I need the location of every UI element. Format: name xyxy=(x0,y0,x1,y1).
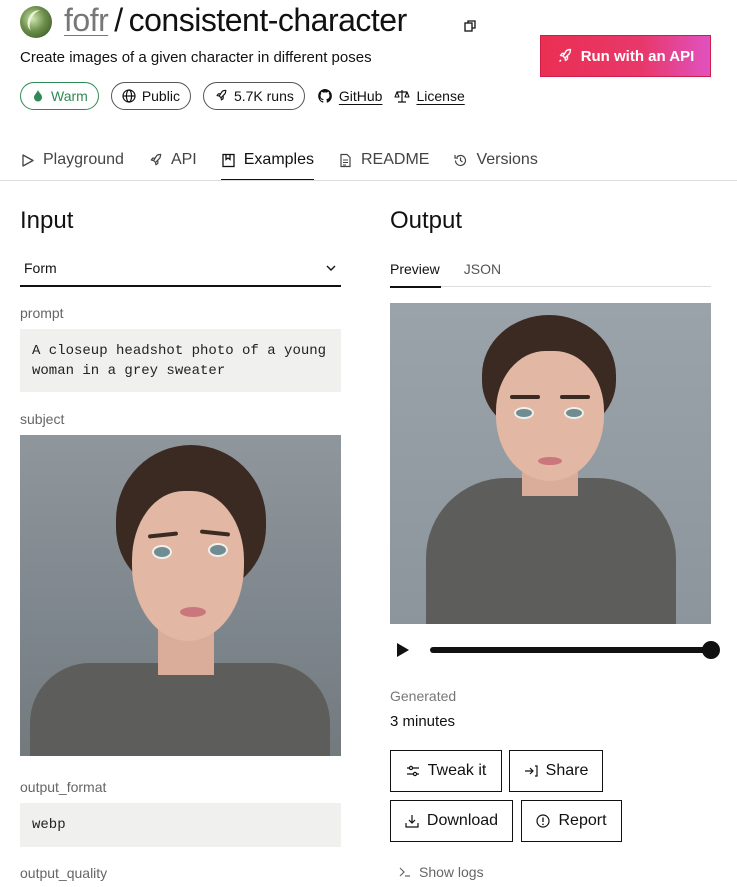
alert-icon xyxy=(536,814,551,828)
model-name: consistent-character xyxy=(128,2,408,38)
tab-label: API xyxy=(170,151,197,168)
tab-json[interactable]: JSON xyxy=(464,250,501,287)
tab-examples[interactable]: Examples xyxy=(220,140,315,181)
tab-label: Playground xyxy=(43,151,124,168)
input-mode-select[interactable]: Form xyxy=(20,250,341,287)
warm-label: Warm xyxy=(51,88,88,104)
media-player xyxy=(390,636,721,664)
runs-label: 5.7K runs xyxy=(233,88,294,104)
tab-preview[interactable]: Preview xyxy=(390,250,441,288)
tweak-label: Tweak it xyxy=(427,762,487,779)
document-icon xyxy=(340,153,351,167)
generated-label: Generated xyxy=(390,688,457,704)
license-link[interactable]: License xyxy=(394,88,465,104)
generated-value: 3 minutes xyxy=(390,713,456,730)
rocket-icon xyxy=(216,89,227,101)
download-icon xyxy=(405,815,419,828)
chevron-down-icon xyxy=(326,265,336,271)
scale-icon xyxy=(394,90,411,103)
output-format-field[interactable]: webp xyxy=(20,803,341,847)
tweak-button[interactable]: Tweak it xyxy=(390,750,502,792)
history-icon xyxy=(454,154,467,166)
copy-icon[interactable] xyxy=(464,20,476,32)
rocket-icon xyxy=(558,48,571,62)
owner-avatar[interactable] xyxy=(20,6,52,38)
model-title: fofr / consistent-character xyxy=(64,2,407,42)
globe-icon xyxy=(122,89,136,103)
show-logs-label: Show logs xyxy=(419,864,484,880)
owner-link[interactable]: fofr xyxy=(64,2,109,39)
flame-icon xyxy=(34,90,42,102)
public-label: Public xyxy=(141,88,180,104)
progress-track[interactable] xyxy=(430,647,712,653)
github-icon xyxy=(318,89,332,103)
report-label: Report xyxy=(558,812,607,829)
prompt-label: prompt xyxy=(20,305,64,321)
input-mode-value: Form xyxy=(24,259,57,276)
model-badges: Warm Public 5.7K runs GitHub License xyxy=(20,82,465,110)
tab-api[interactable]: API xyxy=(148,140,197,180)
rocket-icon xyxy=(150,153,162,165)
tab-playground[interactable]: Playground xyxy=(20,140,124,180)
tab-label: README xyxy=(361,151,430,168)
github-link[interactable]: GitHub xyxy=(317,88,383,104)
run-with-api-label: Run with an API xyxy=(580,47,695,65)
subject-image[interactable] xyxy=(20,435,341,756)
runs-badge: 5.7K runs xyxy=(202,82,305,110)
tab-label: Versions xyxy=(476,151,538,168)
output-format-label: output_format xyxy=(20,779,107,795)
share-label: Share xyxy=(545,762,589,779)
terminal-icon xyxy=(399,867,410,877)
model-tabs: Playground API Examples README Versions xyxy=(20,140,538,181)
play-icon xyxy=(22,153,34,167)
title-separator: / xyxy=(114,2,123,38)
show-logs-toggle[interactable]: Show logs xyxy=(399,864,484,880)
model-description: Create images of a given character in di… xyxy=(20,49,372,66)
warm-badge: Warm xyxy=(20,82,99,110)
public-badge: Public xyxy=(110,82,191,110)
output-quality-label: output_quality xyxy=(20,865,108,881)
download-button[interactable]: Download xyxy=(390,800,513,842)
share-icon xyxy=(524,765,538,777)
share-button[interactable]: Share xyxy=(509,750,603,792)
output-image[interactable] xyxy=(390,303,711,624)
subject-label: subject xyxy=(20,411,65,427)
github-label: GitHub xyxy=(338,88,383,104)
report-button[interactable]: Report xyxy=(521,800,622,842)
tab-readme[interactable]: README xyxy=(338,140,429,180)
output-tabs: Preview JSON xyxy=(390,250,711,288)
tabs-divider xyxy=(0,180,737,181)
output-heading: Output xyxy=(390,207,463,234)
bookmark-icon xyxy=(222,153,235,167)
input-heading: Input xyxy=(20,207,74,234)
tab-label: Examples xyxy=(243,151,314,168)
download-label: Download xyxy=(426,812,499,829)
play-icon[interactable] xyxy=(397,643,409,657)
progress-handle[interactable] xyxy=(702,641,720,659)
license-label: License xyxy=(416,88,465,104)
sliders-icon xyxy=(406,765,419,777)
run-with-api-button[interactable]: Run with an API xyxy=(540,35,711,77)
prompt-field[interactable]: A closeup headshot photo of a young woma… xyxy=(20,329,341,392)
tab-versions[interactable]: Versions xyxy=(453,140,538,180)
